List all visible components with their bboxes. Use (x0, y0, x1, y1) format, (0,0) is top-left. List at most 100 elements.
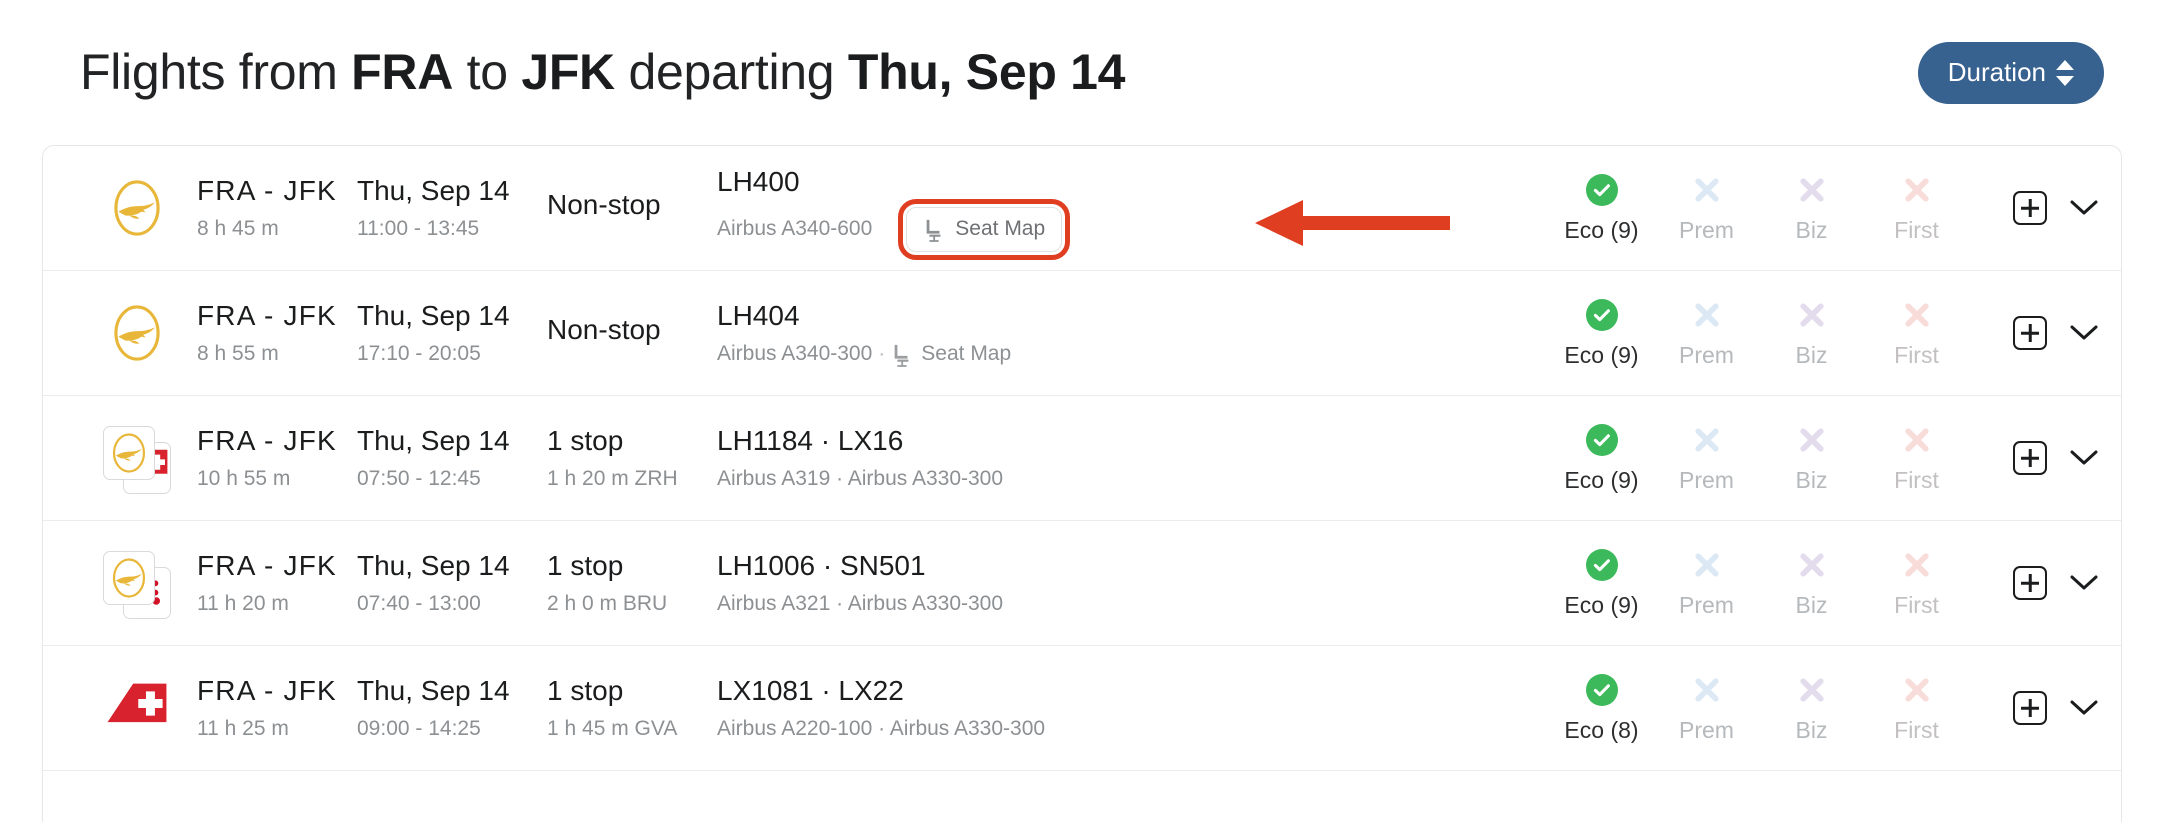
date-cell: Thu, Sep 14 07:50 - 12:45 (357, 423, 547, 492)
stops-cell: Non-stop (547, 187, 717, 230)
cabin-option-prem[interactable]: Prem (1654, 423, 1759, 494)
cabin-option-eco[interactable]: Eco (9) (1549, 423, 1654, 494)
flight-results-list: FRA - JFK 8 h 45 m Thu, Sep 14 11:00 - 13:4… (42, 145, 2122, 822)
x-mark-icon (1694, 177, 1719, 202)
cabin-option-biz[interactable]: Biz (1759, 548, 1864, 619)
cabin-option-eco[interactable]: Eco (9) (1549, 298, 1654, 369)
cabin-availability-cell: Eco (8) Prem Biz First (1549, 673, 1969, 744)
chevron-down-icon[interactable] (2069, 199, 2099, 217)
seat-map-chip[interactable]: Seat Map (898, 199, 1071, 260)
row-actions-cell (1969, 316, 2099, 350)
departure-date: Thu, Sep 14 (357, 550, 510, 582)
page-title: Flights from FRA to JFK departing Thu, S… (80, 46, 1125, 99)
total-duration: 11 h 25 m (197, 717, 289, 741)
add-to-compare-icon[interactable] (2013, 691, 2047, 725)
aircraft-type: Airbus A340-300 (717, 342, 873, 366)
stops-cell: 1 stop 2 h 0 m BRU (547, 548, 717, 617)
cabin-availability-cell: Eco (9) Prem Biz First (1549, 423, 1969, 494)
cabin-option-first[interactable]: First (1864, 548, 1969, 619)
cabin-label: First (1894, 341, 1939, 368)
swiss-logo (99, 670, 175, 746)
add-to-compare-icon[interactable] (2013, 441, 2047, 475)
aircraft-type: Airbus A319 · Airbus A330-300 (717, 467, 1004, 491)
cabin-label: Prem (1679, 591, 1734, 618)
seat-map-link[interactable]: Seat Map (891, 341, 1011, 367)
flight-row[interactable]: FRA - JFK 11 h 20 m Thu, Sep 14 07:40 - 13:… (43, 521, 2121, 646)
airline-logo-cell (77, 670, 197, 746)
cabin-option-first[interactable]: First (1864, 673, 1969, 744)
add-to-compare-icon[interactable] (2013, 316, 2047, 350)
cabin-option-biz[interactable]: Biz (1759, 673, 1864, 744)
layover-info: 1 h 45 m GVA (547, 717, 678, 741)
cabin-option-prem[interactable]: Prem (1654, 673, 1759, 744)
x-mark-icon (1904, 677, 1929, 702)
check-circle-icon (1585, 548, 1618, 581)
cabin-option-biz[interactable]: Biz (1759, 298, 1864, 369)
lufthansa-swiss-logo (99, 420, 175, 496)
chevron-down-icon[interactable] (2069, 324, 2099, 342)
cabin-option-biz[interactable]: Biz (1759, 423, 1864, 494)
cabin-option-eco[interactable]: Eco (8) (1549, 673, 1654, 744)
x-mark-icon (1694, 677, 1719, 702)
aircraft-type: Airbus A340-600 (717, 217, 873, 241)
lufthansa-logo (99, 170, 175, 246)
cabin-option-prem[interactable]: Prem (1654, 298, 1759, 369)
cabin-label: Eco (8) (1564, 716, 1639, 743)
departure-arrival-times: 11:00 - 13:45 (357, 217, 480, 241)
flight-row[interactable]: FRA - JFK 8 h 55 m Thu, Sep 14 17:10 - 20:0… (43, 271, 2121, 396)
cabin-label: Biz (1795, 216, 1828, 243)
total-duration: 8 h 45 m (197, 217, 279, 241)
add-to-compare-icon[interactable] (2013, 191, 2047, 225)
flight-details-cell: LH404 Airbus A340-300 · Seat Map (717, 298, 1549, 367)
route-code: FRA - JFK (197, 425, 337, 457)
cabin-label: First (1894, 466, 1939, 493)
cabin-option-first[interactable]: First (1864, 423, 1969, 494)
cabin-label: Biz (1795, 716, 1828, 743)
chevron-down-icon[interactable] (2069, 574, 2099, 592)
cabin-label: First (1894, 216, 1939, 243)
cabin-label: Prem (1679, 466, 1734, 493)
route-cell: FRA - JFK 10 h 55 m (197, 423, 357, 492)
x-mark-icon (1799, 427, 1824, 452)
chevron-down-icon[interactable] (2069, 449, 2099, 467)
chevron-down-icon[interactable] (2069, 699, 2099, 717)
departure-date: Thu, Sep 14 (357, 300, 510, 332)
stops-cell: 1 stop 1 h 20 m ZRH (547, 423, 717, 492)
row-actions-cell (1969, 191, 2099, 225)
date-cell: Thu, Sep 14 17:10 - 20:05 (357, 298, 547, 367)
cabin-label: Eco (9) (1564, 591, 1639, 618)
airline-logo-cell (77, 295, 197, 371)
cabin-availability-cell: Eco (9) Prem Biz First (1549, 298, 1969, 369)
route-cell: FRA - JFK 8 h 55 m (197, 298, 357, 367)
aircraft-type: Airbus A220-100 · Airbus A330-300 (717, 717, 1046, 741)
cabin-label: Eco (9) (1564, 341, 1639, 368)
flight-row[interactable]: FRA - JFK 8 h 45 m Thu, Sep 14 11:00 - 13:4… (43, 146, 2121, 271)
stops-cell: 1 stop 1 h 45 m GVA (547, 673, 717, 742)
cabin-option-eco[interactable]: Eco (9) (1549, 173, 1654, 244)
row-actions-cell (1969, 691, 2099, 725)
cabin-option-eco[interactable]: Eco (9) (1549, 548, 1654, 619)
flight-row[interactable]: FRA - JFK 11 h 25 m Thu, Sep 14 09:00 - 14:… (43, 646, 2121, 771)
cabin-option-biz[interactable]: Biz (1759, 173, 1864, 244)
title-prefix: Flights from (80, 44, 352, 101)
stops-count: Non-stop (547, 188, 661, 220)
x-mark-icon (1799, 552, 1824, 577)
row-actions-cell (1969, 566, 2099, 600)
flight-row[interactable]: FRA - JFK 10 h 55 m Thu, Sep 14 07:50 - 12:… (43, 396, 2121, 521)
departure-arrival-times: 07:40 - 13:00 (357, 592, 481, 616)
flight-numbers: LH1006 · SN501 (717, 550, 926, 582)
departure-arrival-times: 09:00 - 14:25 (357, 717, 481, 741)
add-to-compare-icon[interactable] (2013, 566, 2047, 600)
cabin-option-prem[interactable]: Prem (1654, 548, 1759, 619)
cabin-option-first[interactable]: First (1864, 298, 1969, 369)
x-mark-icon (1799, 677, 1824, 702)
sort-duration-button[interactable]: Duration (1917, 41, 2104, 104)
date-cell: Thu, Sep 14 09:00 - 14:25 (357, 673, 547, 742)
lufthansa-logo (99, 295, 175, 371)
x-mark-icon (1799, 302, 1824, 327)
cabin-option-prem[interactable]: Prem (1654, 173, 1759, 244)
cabin-option-first[interactable]: First (1864, 173, 1969, 244)
check-circle-icon (1585, 298, 1618, 331)
departure-date: Thu, Sep 14 (357, 425, 510, 457)
x-mark-icon (1694, 552, 1719, 577)
